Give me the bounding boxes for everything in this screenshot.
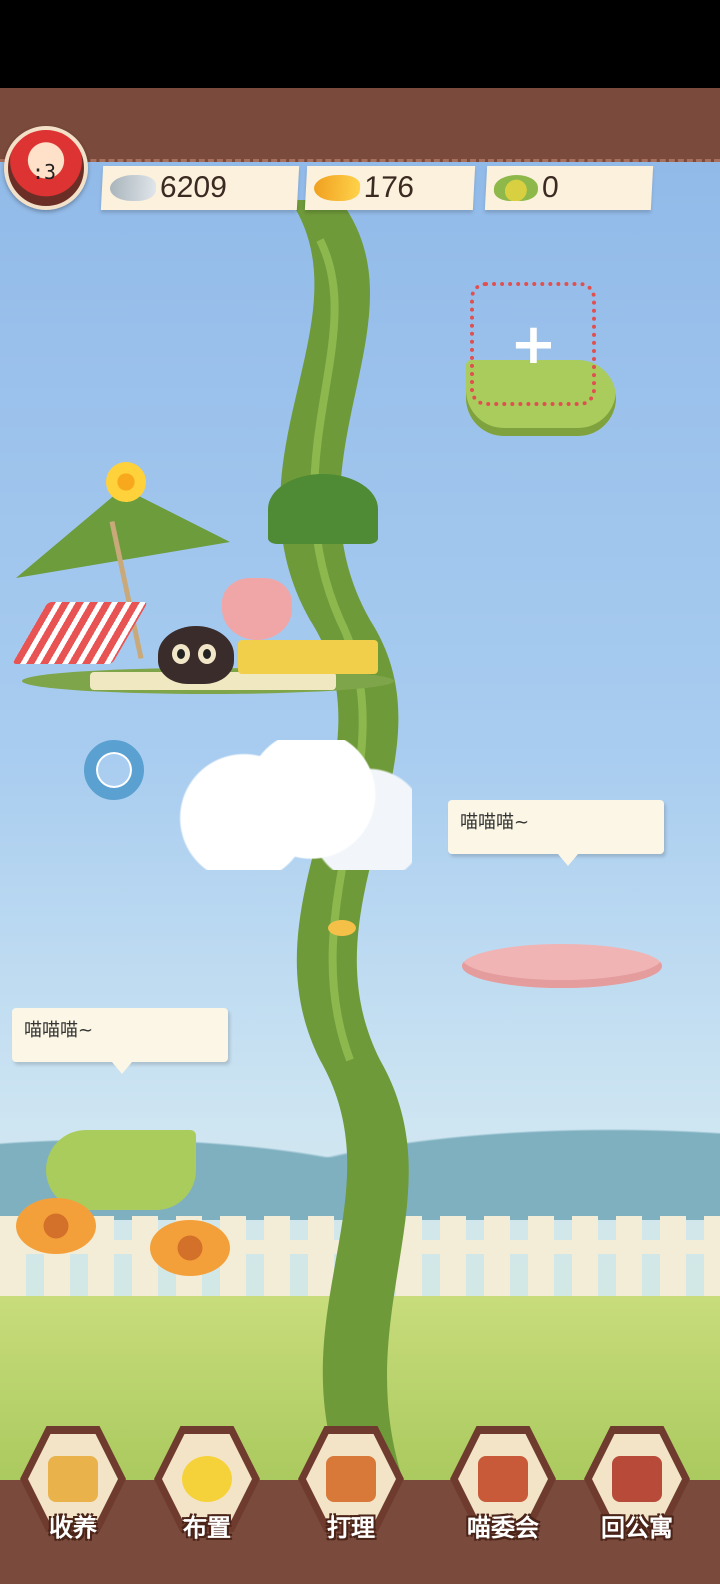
speech-text: 喵喵喵~ <box>24 1020 94 1041</box>
nav-label: 喵委会 <box>467 1514 539 1542</box>
nav-label: 收养 <box>49 1514 97 1542</box>
gold-fish-counter[interactable]: 176 <box>304 166 476 210</box>
gold-fish-value: 176 <box>363 171 415 204</box>
flamingo-float[interactable] <box>222 578 292 640</box>
watering-can-icon <box>326 1456 376 1502</box>
speech-bubble: 喵喵喵~ <box>448 800 664 866</box>
bee-icon <box>328 920 356 936</box>
bean-counter[interactable]: 0 <box>484 166 654 210</box>
left-leaf-platform[interactable] <box>46 1130 196 1210</box>
cloud <box>172 740 412 870</box>
pink-flower-platform[interactable] <box>462 944 662 988</box>
nav-decorate-button[interactable]: 布置 <box>148 1412 266 1562</box>
top-banner <box>0 88 720 162</box>
palm-tree <box>268 474 378 544</box>
cat-eye-left <box>172 644 190 664</box>
speech-text: 喵喵喵~ <box>460 812 530 833</box>
apartment-icon <box>612 1456 662 1502</box>
nav-apartment-button[interactable]: 回公寓 <box>578 1412 696 1562</box>
gold-fish-icon <box>313 175 361 201</box>
yellow-flower <box>106 462 146 502</box>
nav-adopt-button[interactable]: 收养 <box>14 1412 132 1562</box>
bean-value: 0 <box>541 171 560 204</box>
silver-fish-icon <box>109 175 157 201</box>
flower-vase-icon <box>182 1456 232 1502</box>
orange-flower <box>16 1198 96 1254</box>
cat-eye-right <box>198 644 216 664</box>
nav-label: 回公寓 <box>601 1514 673 1542</box>
status-bar <box>0 0 720 88</box>
player-avatar[interactable]: :3 <box>4 126 88 210</box>
nav-care-button[interactable]: 打理 <box>292 1412 410 1562</box>
cat-basket-icon <box>48 1456 98 1502</box>
speech-bubble: 喵喵喵~ <box>12 1008 228 1074</box>
cat-house-icon <box>478 1456 528 1502</box>
pool[interactable] <box>238 640 378 674</box>
life-buoy[interactable] <box>84 740 144 800</box>
nav-committee-button[interactable]: 喵委会 <box>444 1412 562 1562</box>
silver-fish-counter[interactable]: 6209 <box>100 166 300 210</box>
nav-label: 布置 <box>183 1514 231 1542</box>
bean-icon <box>493 175 539 201</box>
nav-label: 打理 <box>327 1514 375 1542</box>
black-cat[interactable] <box>158 626 234 684</box>
silver-fish-value: 6209 <box>159 171 228 204</box>
avatar-face: :3 <box>32 160 57 184</box>
plus-icon[interactable]: + <box>510 317 557 373</box>
orange-flower <box>150 1220 230 1276</box>
